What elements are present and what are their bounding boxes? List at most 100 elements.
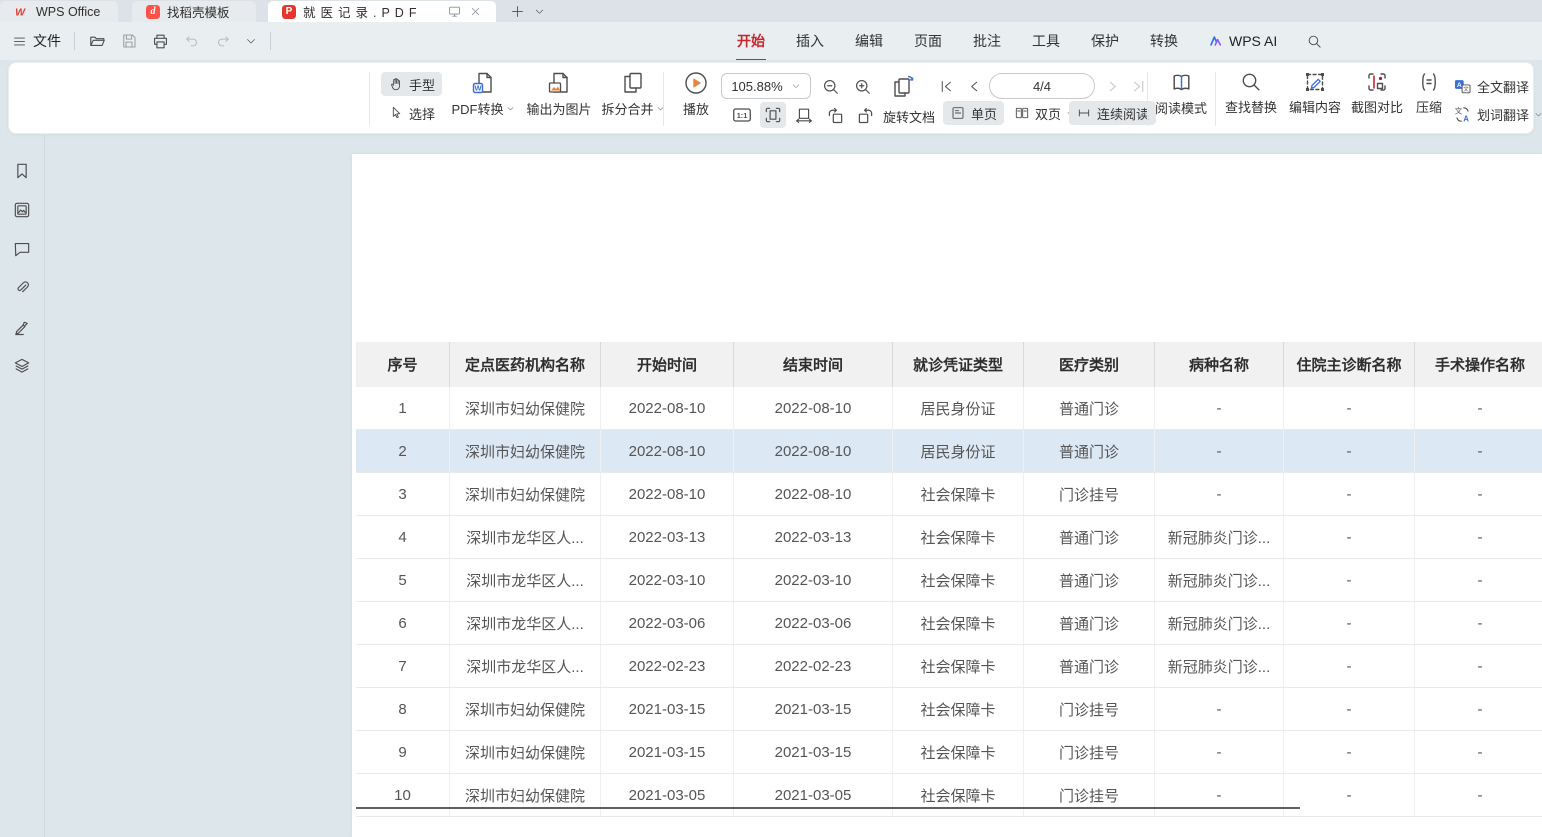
- layers-icon[interactable]: [12, 356, 32, 376]
- chevron-down-icon: [506, 104, 515, 113]
- full-translate-button[interactable]: A 文 全文翻译: [1451, 74, 1531, 98]
- pdf-convert-button[interactable]: W PDF转换: [443, 70, 523, 118]
- previous-page-button[interactable]: [963, 75, 985, 97]
- table-row[interactable]: 6深圳市龙华区人...2022-03-062022-03-06社会保障卡普通门诊…: [356, 602, 1542, 645]
- print-icon[interactable]: [151, 32, 170, 51]
- table-cell: 2022-03-06: [734, 602, 893, 644]
- menu-item-protect[interactable]: 保护: [1090, 29, 1120, 53]
- table-cell: 1: [356, 387, 450, 429]
- close-tab-icon[interactable]: [469, 5, 482, 18]
- table-row[interactable]: 9深圳市妇幼保健院2021-03-152021-03-15社会保障卡门诊挂号--…: [356, 731, 1542, 774]
- tab-wps-office[interactable]: W WPS Office: [0, 1, 118, 22]
- table-row[interactable]: 2深圳市妇幼保健院2022-08-102022-08-10居民身份证普通门诊--…: [356, 430, 1542, 473]
- cursor-icon: [388, 105, 404, 121]
- first-page-button[interactable]: [935, 75, 957, 97]
- file-menu-button[interactable]: 文件: [12, 31, 61, 51]
- compress-icon: [1417, 70, 1441, 94]
- more-commands-chevron-icon[interactable]: [245, 35, 257, 47]
- menu-item-page[interactable]: 页面: [913, 29, 943, 53]
- menu-item-edit[interactable]: 编辑: [854, 29, 884, 53]
- tab-list-button[interactable]: [528, 0, 550, 22]
- table-cell: 社会保障卡: [893, 516, 1024, 558]
- table-cell: 新冠肺炎门诊...: [1155, 602, 1284, 644]
- last-page-button[interactable]: [1127, 75, 1149, 97]
- read-mode-button[interactable]: 阅读模式: [1153, 70, 1209, 117]
- rotate-left-button[interactable]: [822, 103, 848, 127]
- menu-item-insert[interactable]: 插入: [795, 29, 825, 53]
- bookmark-icon[interactable]: [12, 161, 32, 181]
- menu-item-home[interactable]: 开始: [736, 29, 766, 53]
- tab-document-active[interactable]: P 就医记录.PDF: [268, 1, 496, 22]
- wps-ai-button[interactable]: WPS AI: [1208, 33, 1277, 49]
- table-cell: 社会保障卡: [893, 731, 1024, 773]
- hand-tool-button[interactable]: 手型: [381, 72, 442, 96]
- compress-button[interactable]: 压缩: [1409, 70, 1449, 116]
- tab-docer-templates[interactable]: d 找稻壳模板: [132, 1, 256, 22]
- zoom-level-select[interactable]: 105.88%: [721, 73, 811, 99]
- table-cell: 居民身份证: [893, 387, 1024, 429]
- pdf-convert-label: PDF转换: [451, 99, 503, 118]
- rotate-doc-label[interactable]: 旋转文档: [883, 107, 935, 126]
- table-cell: 2021-03-05: [601, 774, 734, 816]
- svg-text:A: A: [1463, 114, 1469, 123]
- table-cell: 普通门诊: [1024, 387, 1155, 429]
- undo-icon[interactable]: [183, 32, 201, 50]
- fit-width-button[interactable]: [792, 103, 816, 127]
- column-header: 住院主诊断名称: [1284, 342, 1415, 387]
- table-cell: -: [1284, 774, 1415, 816]
- table-cell: 2021-03-15: [601, 731, 734, 773]
- fit-page-button[interactable]: [760, 102, 786, 128]
- screenshot-compare-button[interactable]: 截图对比: [1347, 70, 1407, 116]
- table-row[interactable]: 3深圳市妇幼保健院2022-08-102022-08-10社会保障卡门诊挂号--…: [356, 473, 1542, 516]
- signature-icon[interactable]: [12, 317, 32, 337]
- zoom-in-button[interactable]: [851, 75, 875, 99]
- thumbnails-icon[interactable]: [12, 200, 32, 220]
- table-cell: 2022-03-13: [734, 516, 893, 558]
- table-row[interactable]: 10深圳市妇幼保健院2021-03-052021-03-05社会保障卡门诊挂号-…: [356, 774, 1542, 817]
- table-row[interactable]: 4深圳市龙华区人...2022-03-132022-03-13社会保障卡普通门诊…: [356, 516, 1542, 559]
- reorganize-pages-button[interactable]: [889, 73, 919, 101]
- word-translate-button[interactable]: 文 A 划词翻译: [1451, 102, 1542, 126]
- edit-content-button[interactable]: 编辑内容: [1285, 70, 1345, 116]
- save-icon[interactable]: [120, 32, 138, 50]
- column-header: 结束时间: [734, 342, 893, 387]
- actual-size-button[interactable]: 1:1: [730, 103, 754, 127]
- file-menu-label: 文件: [33, 31, 61, 51]
- single-page-button[interactable]: 单页: [943, 101, 1004, 125]
- table-row[interactable]: 7深圳市龙华区人...2022-02-232022-02-23社会保障卡普通门诊…: [356, 645, 1542, 688]
- page-indicator[interactable]: 4/4: [989, 73, 1095, 99]
- export-image-button[interactable]: 输出为图片: [521, 70, 597, 118]
- table-cell: 深圳市妇幼保健院: [450, 731, 601, 773]
- table-row[interactable]: 1深圳市妇幼保健院2022-08-102022-08-10居民身份证普通门诊--…: [356, 387, 1542, 430]
- first-page-icon: [938, 78, 955, 95]
- table-cell: 2021-03-05: [734, 774, 893, 816]
- find-replace-button[interactable]: 查找替换: [1221, 70, 1281, 116]
- menu-item-tools[interactable]: 工具: [1031, 29, 1061, 53]
- table-row[interactable]: 5深圳市龙华区人...2022-03-102022-03-10社会保障卡普通门诊…: [356, 559, 1542, 602]
- menu-search-icon[interactable]: [1306, 33, 1323, 50]
- docer-icon: d: [146, 5, 160, 19]
- table-cell: -: [1155, 688, 1284, 730]
- double-page-label: 双页: [1035, 104, 1061, 123]
- column-header: 医疗类别: [1024, 342, 1155, 387]
- table-row[interactable]: 8深圳市妇幼保健院2021-03-152021-03-15社会保障卡门诊挂号--…: [356, 688, 1542, 731]
- divider: [270, 32, 271, 50]
- menu-item-comment[interactable]: 批注: [972, 29, 1002, 53]
- monitor-icon[interactable]: [447, 4, 462, 19]
- menu-item-convert[interactable]: 转换: [1149, 29, 1179, 53]
- split-merge-button[interactable]: 拆分合并: [597, 70, 669, 118]
- attachment-icon[interactable]: [12, 278, 32, 298]
- new-tab-button[interactable]: [506, 0, 528, 22]
- rotate-right-button[interactable]: [852, 103, 878, 127]
- menu-bar: 文件 开始 插入 编辑 页面 批注 工具 保护 转换: [0, 22, 1542, 60]
- next-page-button[interactable]: [1101, 75, 1123, 97]
- zoom-out-button[interactable]: [819, 75, 843, 99]
- document-canvas: 序号定点医药机构名称开始时间结束时间就诊凭证类型医疗类别病种名称住院主诊断名称手…: [0, 60, 1542, 837]
- table-cell: -: [1284, 559, 1415, 601]
- continuous-read-button[interactable]: 连续阅读: [1069, 101, 1156, 125]
- redo-icon[interactable]: [214, 32, 232, 50]
- open-folder-icon[interactable]: [88, 32, 107, 51]
- select-tool-button[interactable]: 选择: [381, 101, 442, 125]
- play-button[interactable]: 播放: [675, 70, 717, 118]
- comment-icon[interactable]: [12, 239, 32, 259]
